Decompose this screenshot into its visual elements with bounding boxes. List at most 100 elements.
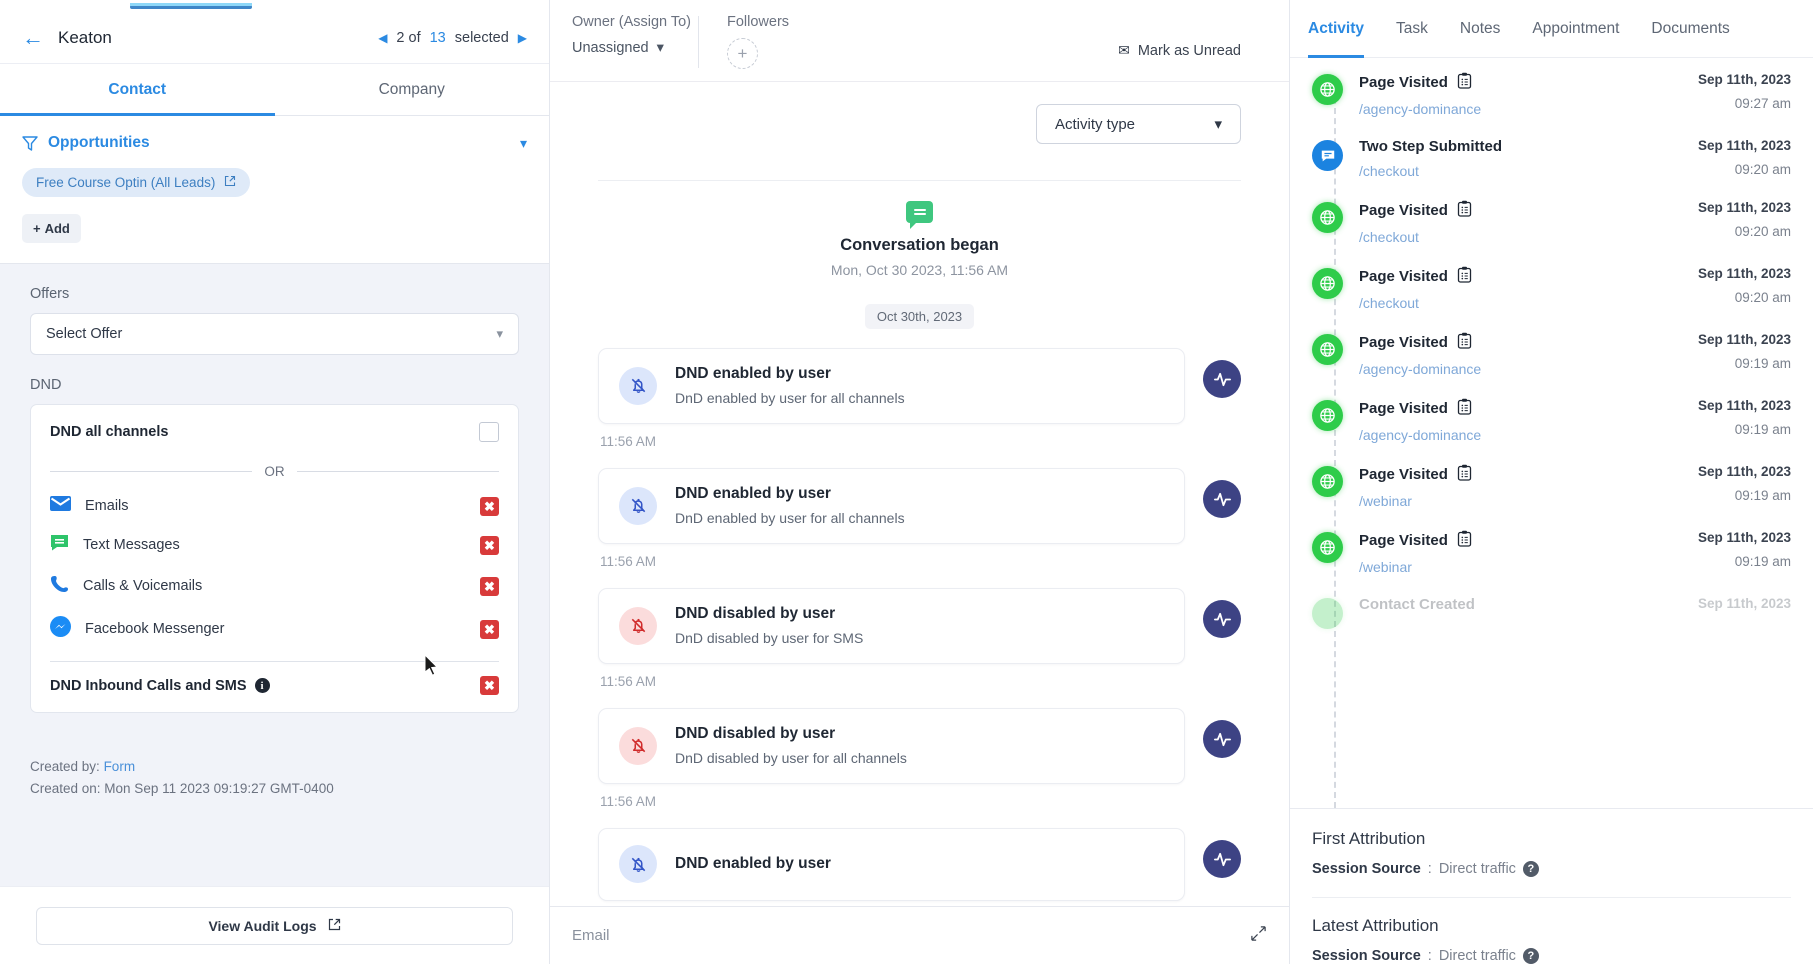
contact-fields-scroll[interactable]: Offers Select Offer ▾ DND DND all channe… xyxy=(0,264,549,964)
chevron-right-icon[interactable]: ▶ xyxy=(518,31,527,45)
globe-icon xyxy=(1312,202,1343,233)
activity-type-select[interactable]: Activity type ▾ xyxy=(1036,104,1241,144)
back-arrow-icon[interactable]: ← xyxy=(22,27,44,49)
activity-item[interactable]: Contact Created Sep 11th, 2023 xyxy=(1290,596,1813,629)
chevron-down-icon[interactable]: ▾ xyxy=(520,135,527,152)
followers-label: Followers xyxy=(727,14,789,30)
offer-select[interactable]: Select Offer ▾ xyxy=(30,313,519,355)
activity-path[interactable]: /checkout xyxy=(1359,163,1698,179)
clipboard-icon xyxy=(1457,530,1472,551)
clipboard-icon xyxy=(1457,464,1472,485)
tab-documents[interactable]: Documents xyxy=(1651,0,1729,58)
red-x-icon[interactable]: ✖ xyxy=(480,620,499,639)
activity-time: 09:19 am xyxy=(1698,422,1791,437)
owner-value: Unassigned xyxy=(572,40,649,56)
tab-task[interactable]: Task xyxy=(1396,0,1428,58)
activity-time: 09:19 am xyxy=(1698,488,1791,503)
activity-path[interactable]: /agency-dominance xyxy=(1359,427,1698,443)
activity-pulse-icon[interactable] xyxy=(1203,840,1241,878)
add-follower-button[interactable]: + xyxy=(727,38,758,69)
tab-notes[interactable]: Notes xyxy=(1460,0,1501,58)
activity-item[interactable]: Page Visited /agency-dominance Sep 11th,… xyxy=(1290,398,1813,443)
activity-title: Contact Created xyxy=(1359,596,1475,613)
event-card[interactable]: DND disabled by user DnD disabled by use… xyxy=(598,708,1185,784)
event-card[interactable]: DND enabled by user DnD enabled by user … xyxy=(598,348,1185,424)
event-subtitle: DnD disabled by user for SMS xyxy=(675,630,863,646)
activity-path[interactable]: /webinar xyxy=(1359,493,1698,509)
dnd-channel-row[interactable]: Emails ✖ xyxy=(50,487,499,525)
chevron-down-icon: ▾ xyxy=(1214,115,1222,133)
add-opportunity-button[interactable]: + Add xyxy=(22,214,81,243)
owner-select[interactable]: Unassigned ▾ xyxy=(572,40,698,56)
view-audit-logs-button[interactable]: View Audit Logs xyxy=(36,907,513,945)
created-by-value[interactable]: Form xyxy=(104,759,136,774)
contact-sidebar: ← Keaton ◀ 2 of 13 selected ▶ Contact Co… xyxy=(0,0,550,964)
activity-item[interactable]: Page Visited /webinar Sep 11th, 2023 09:… xyxy=(1290,464,1813,509)
opportunity-chip[interactable]: Free Course Optin (All Leads) xyxy=(22,168,250,197)
activity-item[interactable]: Page Visited /agency-dominance Sep 11th,… xyxy=(1290,332,1813,377)
activity-path[interactable]: /checkout xyxy=(1359,229,1698,245)
top-nav-strip xyxy=(0,0,549,12)
red-x-icon[interactable]: ✖ xyxy=(480,497,499,516)
dnd-all-channels-checkbox[interactable] xyxy=(479,422,499,442)
activity-path[interactable]: /webinar xyxy=(1359,559,1698,575)
question-icon[interactable]: ? xyxy=(1523,861,1539,877)
dnd-channel-label: Text Messages xyxy=(83,537,180,553)
dnd-inbound-label: DND Inbound Calls and SMS xyxy=(50,678,247,694)
event-card[interactable]: DND enabled by user xyxy=(598,828,1185,901)
pager-text: 2 of xyxy=(396,30,420,46)
sms-icon xyxy=(50,534,69,556)
activity-path[interactable]: /agency-dominance xyxy=(1359,101,1698,117)
info-icon[interactable]: i xyxy=(255,678,270,693)
created-on-line: Created on: Mon Sep 11 2023 09:19:27 GMT… xyxy=(30,781,519,796)
red-x-icon[interactable]: ✖ xyxy=(480,676,499,695)
dnd-channel-row[interactable]: Calls & Voicemails ✖ xyxy=(50,565,499,607)
page-title: Keaton xyxy=(58,28,112,48)
event-card[interactable]: DND enabled by user DnD enabled by user … xyxy=(598,468,1185,544)
activity-item[interactable]: Page Visited /webinar Sep 11th, 2023 09:… xyxy=(1290,530,1813,575)
activity-item[interactable]: Page Visited /agency-dominance Sep 11th,… xyxy=(1290,72,1813,117)
dnd-channel-label: Facebook Messenger xyxy=(85,621,224,637)
conversation-began-marker: Conversation began Mon, Oct 30 2023, 11:… xyxy=(598,181,1241,278)
event-subtitle: DnD disabled by user for all channels xyxy=(675,750,907,766)
question-icon[interactable]: ? xyxy=(1523,948,1539,964)
red-x-icon[interactable]: ✖ xyxy=(480,577,499,596)
activity-timeline[interactable]: Page Visited /agency-dominance Sep 11th,… xyxy=(1290,58,1813,808)
tab-contact[interactable]: Contact xyxy=(0,64,275,115)
event-card[interactable]: DND disabled by user DnD disabled by use… xyxy=(598,588,1185,664)
activity-pulse-icon[interactable] xyxy=(1203,360,1241,398)
red-x-icon[interactable]: ✖ xyxy=(480,536,499,555)
message-thread[interactable]: Conversation began Mon, Oct 30 2023, 11:… xyxy=(550,144,1289,964)
dnd-channel-row[interactable]: Text Messages ✖ xyxy=(50,525,499,565)
dnd-channel-row[interactable]: Facebook Messenger ✖ xyxy=(50,607,499,651)
tab-company[interactable]: Company xyxy=(275,64,550,115)
tab-activity[interactable]: Activity xyxy=(1308,0,1364,58)
activity-pulse-icon[interactable] xyxy=(1203,600,1241,638)
external-link-icon[interactable] xyxy=(224,175,236,190)
email-input[interactable]: Email xyxy=(572,927,610,944)
activity-pulse-icon[interactable] xyxy=(1203,480,1241,518)
expand-icon[interactable] xyxy=(1250,925,1267,946)
activity-item[interactable]: Two Step Submitted /checkout Sep 11th, 2… xyxy=(1290,138,1813,179)
activity-item[interactable]: Page Visited /checkout Sep 11th, 2023 09… xyxy=(1290,200,1813,245)
activity-panel: Activity Task Notes Appointment Document… xyxy=(1290,0,1813,964)
mouse-cursor xyxy=(424,654,440,678)
globe-icon xyxy=(1312,400,1343,431)
activity-title: Page Visited xyxy=(1359,532,1448,549)
dnd-all-channels-row[interactable]: DND all channels xyxy=(50,422,499,446)
globe-icon xyxy=(1312,74,1343,105)
activity-path[interactable]: /agency-dominance xyxy=(1359,361,1698,377)
activity-item[interactable]: Page Visited /checkout Sep 11th, 2023 09… xyxy=(1290,266,1813,311)
tab-appointment[interactable]: Appointment xyxy=(1532,0,1619,58)
activity-pulse-icon[interactable] xyxy=(1203,720,1241,758)
chevron-left-icon[interactable]: ◀ xyxy=(378,31,387,45)
clipboard-icon xyxy=(1457,72,1472,93)
mark-as-unread-button[interactable]: ✉ Mark as Unread xyxy=(1118,42,1241,59)
email-icon xyxy=(50,496,71,516)
message-composer[interactable]: Email xyxy=(550,906,1289,964)
clipboard-icon xyxy=(1457,398,1472,419)
globe-icon xyxy=(1312,334,1343,365)
activity-path[interactable]: /checkout xyxy=(1359,295,1698,311)
chat-bubble-icon xyxy=(906,201,933,223)
divider-line-right xyxy=(297,471,499,472)
